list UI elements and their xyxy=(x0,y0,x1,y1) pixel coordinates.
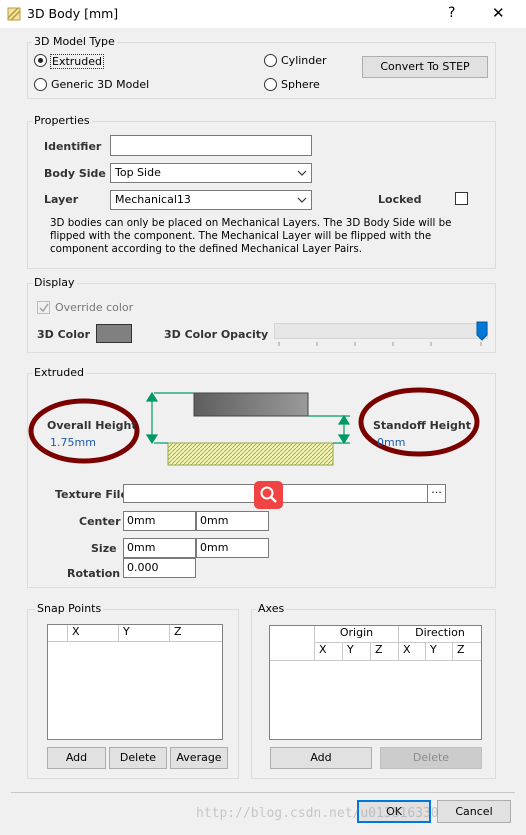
checkmark-icon xyxy=(39,303,49,313)
opacity-label: 3D Color Opacity xyxy=(164,328,269,341)
size-x-input[interactable]: 0mm xyxy=(123,538,196,558)
snap-add-button[interactable]: Add xyxy=(47,747,106,769)
generic-radio[interactable] xyxy=(34,78,47,91)
axes-delete-button: Delete xyxy=(380,747,482,769)
display-label: Display xyxy=(32,276,77,289)
sphere-label[interactable]: Sphere xyxy=(281,78,320,91)
identifier-label: Identifier xyxy=(44,140,102,153)
search-icon xyxy=(260,486,277,503)
axes-origin-header: Origin xyxy=(315,626,399,643)
help-button[interactable]: ? xyxy=(448,5,455,21)
close-button[interactable]: ✕ xyxy=(492,4,505,22)
layer-select[interactable]: Mechanical13 xyxy=(110,190,312,210)
rotation-label: Rotation xyxy=(67,567,121,580)
center-label: Center xyxy=(79,515,121,528)
rotation-input[interactable]: 0.000 xyxy=(123,558,196,578)
axes-col-origin-z[interactable]: Z xyxy=(371,643,399,661)
axes-table[interactable]: Origin Direction X Y Z X Y Z xyxy=(269,625,482,740)
size-y-input[interactable]: 0mm xyxy=(196,538,269,558)
override-color-checkbox[interactable] xyxy=(37,301,50,314)
browse-button[interactable]: ··· xyxy=(427,484,446,503)
app-icon xyxy=(7,7,21,21)
color-swatch[interactable] xyxy=(96,324,132,343)
opacity-slider-track[interactable] xyxy=(274,323,488,339)
opacity-slider-ticks xyxy=(278,342,482,346)
extruded-label[interactable]: Extruded xyxy=(50,54,104,69)
sphere-radio[interactable] xyxy=(264,78,277,91)
axes-col-origin-y[interactable]: Y xyxy=(343,643,371,661)
center-y-input[interactable]: 0mm xyxy=(196,511,269,531)
cylinder-radio[interactable] xyxy=(264,54,277,67)
texture-file-label: Texture File xyxy=(55,488,128,501)
cylinder-label[interactable]: Cylinder xyxy=(281,54,327,67)
chevron-down-icon xyxy=(297,170,307,176)
color-label: 3D Color xyxy=(37,328,90,341)
generic-label[interactable]: Generic 3D Model xyxy=(51,78,149,91)
axes-col-direction-y[interactable]: Y xyxy=(426,643,453,661)
axes-col-origin-x[interactable]: X xyxy=(315,643,343,661)
overall-height-value[interactable]: 1.75mm xyxy=(50,436,96,449)
layer-value: Mechanical13 xyxy=(115,193,191,206)
cancel-button[interactable]: Cancel xyxy=(437,800,511,823)
snap-col-z[interactable]: Z xyxy=(170,625,222,642)
locked-label: Locked xyxy=(378,193,422,206)
footer-divider xyxy=(11,792,515,793)
override-color-label: Override color xyxy=(55,301,134,314)
standoff-height-value[interactable]: 0mm xyxy=(377,436,405,449)
chevron-down-icon xyxy=(297,197,307,203)
snap-average-button[interactable]: Average xyxy=(170,747,228,769)
extruded-radio[interactable] xyxy=(34,54,47,67)
axes-label: Axes xyxy=(256,602,287,615)
snap-points-label: Snap Points xyxy=(35,602,104,615)
model-type-label: 3D Model Type xyxy=(32,35,117,48)
axes-add-button[interactable]: Add xyxy=(270,747,372,769)
body-side-value: Top Side xyxy=(115,166,161,179)
title-bar: 3D Body [mm] ? ✕ xyxy=(0,0,526,28)
layer-label: Layer xyxy=(44,193,79,206)
center-x-input[interactable]: 0mm xyxy=(123,511,196,531)
standoff-height-label: Standoff Height xyxy=(373,419,472,432)
body-side-label: Body Side xyxy=(44,167,106,180)
locked-checkbox[interactable] xyxy=(455,192,468,205)
snap-col-x[interactable]: X xyxy=(68,625,119,642)
snap-col-y[interactable]: Y xyxy=(119,625,170,642)
convert-step-button[interactable]: Convert To STEP xyxy=(362,56,488,78)
opacity-slider-thumb[interactable] xyxy=(476,321,488,341)
axes-col-direction-z[interactable]: Z xyxy=(453,643,481,661)
watermark: http://blog.csdn.net/u013816330 xyxy=(196,806,439,821)
extruded-section-label: Extruded xyxy=(32,366,86,379)
axes-col-direction-x[interactable]: X xyxy=(399,643,426,661)
layer-note-2: flipped with the component. The Mechanic… xyxy=(50,230,432,242)
size-label: Size xyxy=(91,542,117,555)
snap-points-table[interactable]: X Y Z xyxy=(47,624,223,740)
zoom-overlay-icon xyxy=(254,481,283,509)
overall-height-label: Overall Height xyxy=(47,419,137,432)
properties-label: Properties xyxy=(32,114,92,127)
snap-delete-button[interactable]: Delete xyxy=(109,747,167,769)
window-title: 3D Body [mm] xyxy=(27,6,119,21)
layer-note-1: 3D bodies can only be placed on Mechanic… xyxy=(50,217,452,229)
axes-direction-header: Direction xyxy=(399,626,481,643)
body-side-select[interactable]: Top Side xyxy=(110,163,312,183)
layer-note-3: component according to the defined Mecha… xyxy=(50,243,363,255)
identifier-input[interactable] xyxy=(110,135,312,156)
